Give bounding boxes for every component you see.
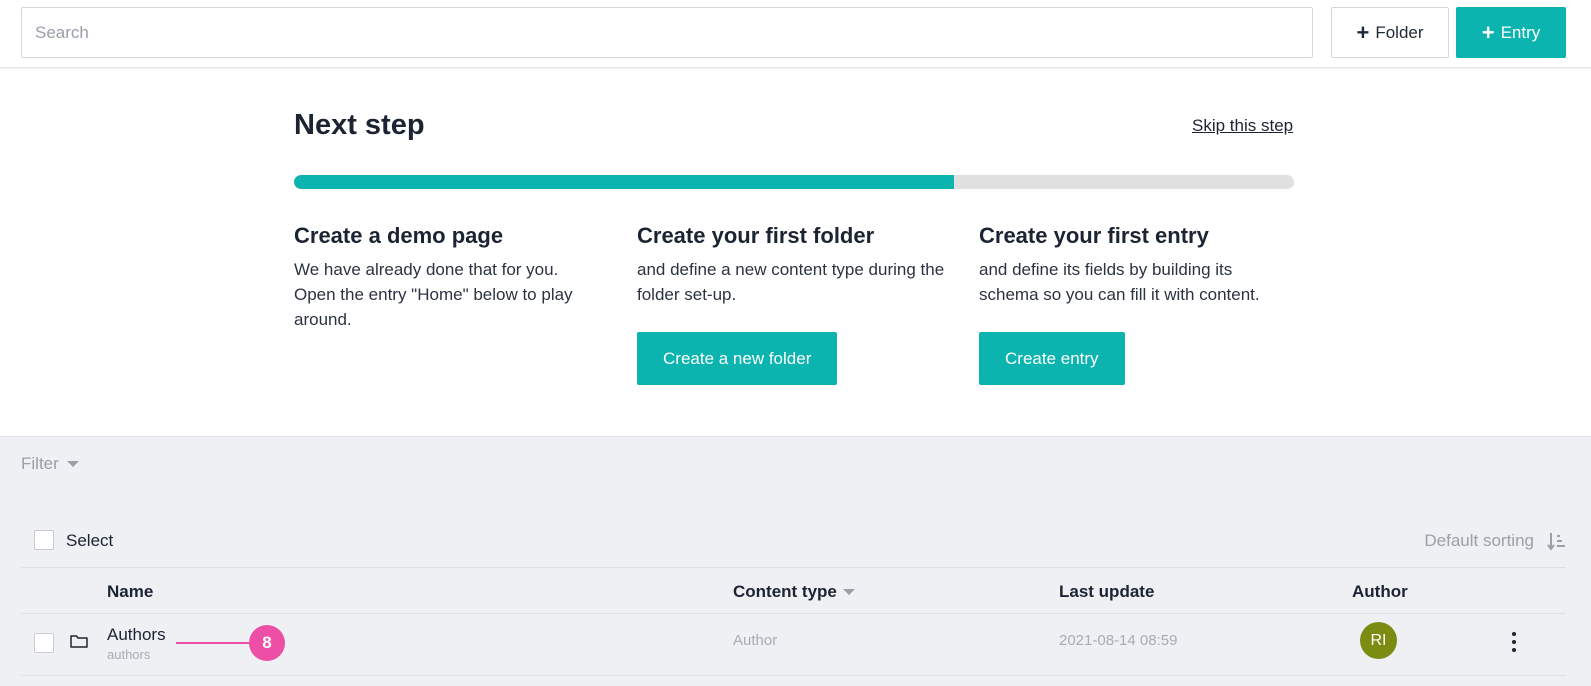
progress-fill (294, 175, 954, 189)
column-name[interactable]: Name (107, 582, 153, 602)
row-last-update: 2021-08-14 08:59 (1059, 632, 1178, 649)
step-description: We have already done that for you. Open … (294, 260, 573, 329)
annotation-line (176, 642, 252, 644)
list-toolbar: Select Default sorting (21, 518, 1566, 568)
row-slug: authors (107, 647, 151, 662)
more-options-icon[interactable] (1507, 632, 1521, 652)
annotation-badge: 8 (249, 625, 285, 661)
skip-step-link[interactable]: Skip this step (1192, 116, 1293, 136)
search-input[interactable] (21, 7, 1313, 58)
column-author[interactable]: Author (1352, 582, 1408, 602)
add-folder-button[interactable]: + Folder (1331, 7, 1449, 58)
row-checkbox[interactable] (34, 633, 54, 653)
caret-down-icon (66, 461, 79, 467)
row-content-type: Author (733, 632, 778, 649)
caret-down-icon (842, 589, 855, 595)
step-description: and define a new content type during the… (637, 260, 945, 304)
plus-icon: + (1356, 19, 1370, 45)
step-description: and define its fields by building its sc… (979, 260, 1260, 304)
top-toolbar: + Folder + Entry (0, 0, 1591, 68)
author-avatar: RI (1360, 622, 1397, 659)
step-title: Create your first folder (637, 223, 875, 248)
table-header: Name Content type Last update Author (21, 568, 1566, 614)
step-title: Create a demo page (294, 223, 504, 248)
sorting-control[interactable]: Default sorting (1424, 531, 1566, 551)
step-title: Create your first entry (979, 223, 1209, 248)
select-label: Select (66, 531, 114, 550)
folder-icon (70, 635, 88, 648)
row-name[interactable]: Authors (107, 625, 166, 645)
column-content-type-label: Content type (733, 582, 837, 601)
filter-label: Filter (21, 454, 59, 473)
add-folder-label: Folder (1375, 22, 1424, 42)
add-entry-button[interactable]: + Entry (1456, 7, 1566, 58)
step-demo-page: Create a demo page We have already done … (294, 223, 604, 332)
step-first-entry: Create your first entry and define its f… (979, 223, 1289, 385)
step-first-folder: Create your first folder and define a ne… (637, 223, 947, 385)
column-content-type[interactable]: Content type (733, 582, 855, 602)
sort-icon (1547, 533, 1565, 551)
onboarding-progress-bar (294, 175, 1294, 189)
onboarding-panel: Next step Skip this step Create a demo p… (0, 69, 1591, 437)
create-entry-button[interactable]: Create entry (979, 332, 1125, 385)
sorting-label: Default sorting (1424, 531, 1534, 550)
plus-icon: + (1481, 19, 1495, 45)
select-all-checkbox[interactable] (34, 530, 54, 550)
add-entry-label: Entry (1500, 22, 1541, 42)
onboarding-title: Next step (294, 109, 425, 141)
column-last-update[interactable]: Last update (1059, 582, 1154, 602)
filter-dropdown[interactable]: Filter (21, 454, 79, 474)
create-folder-button[interactable]: Create a new folder (637, 332, 838, 385)
